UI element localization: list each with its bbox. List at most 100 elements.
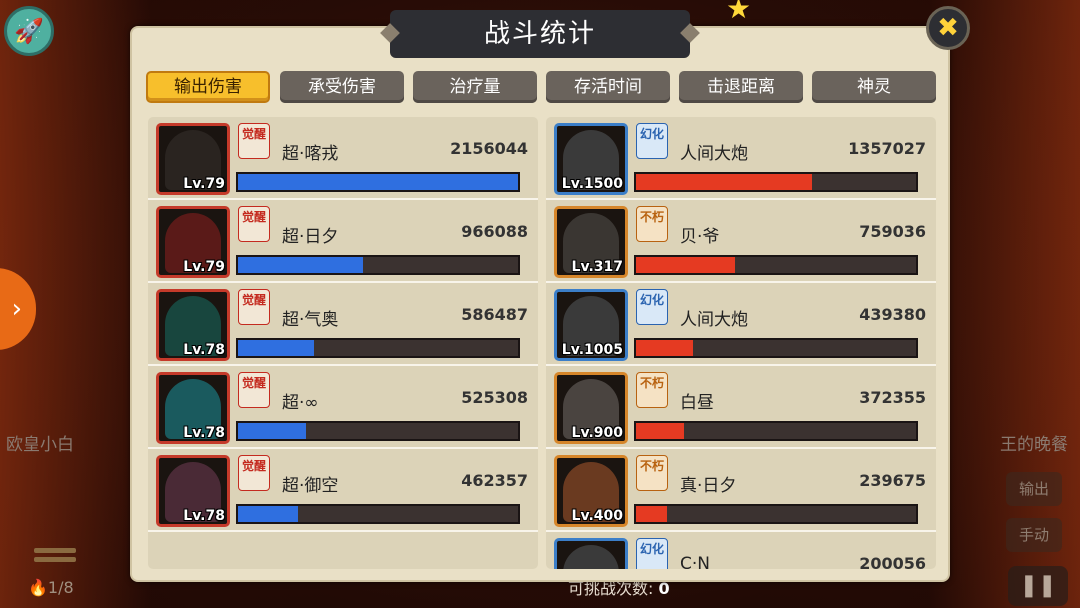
tab-2[interactable]: 治疗量 bbox=[413, 71, 537, 103]
damage-bar-fill bbox=[238, 340, 315, 356]
tab-1[interactable]: 承受伤害 bbox=[280, 71, 404, 103]
left-player-name: 欧皇小白 bbox=[6, 435, 74, 455]
hero-name: 人间大炮 bbox=[680, 144, 748, 164]
damage-value: 239675 bbox=[859, 471, 926, 490]
output-mode-button[interactable]: 输出 bbox=[1006, 472, 1062, 506]
damage-bar-fill bbox=[238, 174, 518, 190]
hero-portrait: Lv.78 bbox=[156, 289, 230, 361]
tab-5[interactable]: 神灵 bbox=[812, 71, 936, 103]
hero-level: Lv.900 bbox=[571, 425, 623, 441]
damage-value: 525308 bbox=[461, 388, 528, 407]
close-button[interactable]: ✖ bbox=[926, 6, 970, 50]
stat-row[interactable]: Lv.78 觉醒 超·∞ 525308 bbox=[148, 366, 538, 449]
rocket-icon[interactable]: 🚀 bbox=[4, 6, 54, 56]
stat-row[interactable]: Lv.79 觉醒 超·日夕 966088 bbox=[148, 200, 538, 283]
hero-name: C·N bbox=[680, 554, 710, 569]
damage-bar bbox=[236, 172, 520, 192]
damage-bar-fill bbox=[636, 340, 694, 356]
hero-portrait: Lv.400 bbox=[554, 455, 628, 527]
stat-row[interactable]: Lv.1500 幻化 人间大炮 1357027 bbox=[546, 117, 936, 200]
hero-level: Lv.1005 bbox=[561, 342, 623, 358]
left-team-list: Lv.79 觉醒 超·喀戎 2156044 Lv.79 觉醒 超·日夕 966088 Lv.78… bbox=[148, 117, 538, 569]
rank-badge: 觉醒 bbox=[238, 123, 270, 159]
rank-badge: 不朽 bbox=[636, 455, 668, 491]
rank-badge: 觉醒 bbox=[238, 206, 270, 242]
damage-value: 372355 bbox=[859, 388, 926, 407]
tab-3[interactable]: 存活时间 bbox=[546, 71, 670, 103]
damage-bar-fill bbox=[238, 257, 364, 273]
hero-portrait: Lv.900 bbox=[554, 372, 628, 444]
damage-value: 586487 bbox=[461, 305, 528, 324]
rank-badge: 觉醒 bbox=[238, 455, 270, 491]
damage-bar bbox=[634, 255, 918, 275]
menu-icon[interactable] bbox=[34, 548, 76, 570]
damage-value: 759036 bbox=[859, 222, 926, 241]
damage-value: 966088 bbox=[461, 222, 528, 241]
stat-row[interactable]: Lv.317 不朽 贝·爷 759036 bbox=[546, 200, 936, 283]
rank-badge: 不朽 bbox=[636, 372, 668, 408]
damage-bar bbox=[236, 338, 520, 358]
right-player-name: 王的晚餐 bbox=[1000, 435, 1068, 455]
hero-portrait: Lv.1500 bbox=[554, 123, 628, 195]
stat-row[interactable]: Lv.78 觉醒 超·气奥 586487 bbox=[148, 283, 538, 366]
stat-row[interactable]: 幻化 C·N 200056 bbox=[546, 532, 936, 569]
star-icon: ★ bbox=[726, 0, 752, 25]
panel-title: 战斗统计 bbox=[390, 10, 690, 58]
hero-name: 白昼 bbox=[680, 393, 714, 413]
damage-bar bbox=[634, 172, 918, 192]
pause-button[interactable]: ❚❚ bbox=[1008, 566, 1068, 606]
tab-0[interactable]: 输出伤害 bbox=[146, 71, 270, 103]
hero-name: 超·气奥 bbox=[282, 310, 339, 330]
rank-badge: 幻化 bbox=[636, 289, 668, 325]
hero-level: Lv.317 bbox=[571, 259, 623, 275]
hero-level: Lv.79 bbox=[183, 176, 225, 192]
stat-row[interactable]: Lv.1005 幻化 人间大炮 439380 bbox=[546, 283, 936, 366]
damage-value: 462357 bbox=[461, 471, 528, 490]
rank-badge: 觉醒 bbox=[238, 289, 270, 325]
hero-level: Lv.78 bbox=[183, 508, 225, 524]
damage-bar-fill bbox=[238, 423, 307, 439]
damage-bar bbox=[634, 421, 918, 441]
manual-mode-button[interactable]: 手动 bbox=[1006, 518, 1062, 552]
hero-portrait: Lv.78 bbox=[156, 372, 230, 444]
damage-value: 200056 bbox=[859, 554, 926, 569]
hero-name: 超·∞ bbox=[282, 393, 319, 413]
stat-row[interactable]: Lv.78 觉醒 超·御空 462357 bbox=[148, 449, 538, 532]
damage-bar bbox=[236, 504, 520, 524]
tab-4[interactable]: 击退距离 bbox=[679, 71, 803, 103]
hero-level: Lv.79 bbox=[183, 259, 225, 275]
hero-art bbox=[563, 545, 619, 569]
hero-name: 超·日夕 bbox=[282, 227, 339, 247]
damage-bar-fill bbox=[636, 506, 668, 522]
damage-value: 439380 bbox=[859, 305, 926, 324]
hero-level: Lv.78 bbox=[183, 342, 225, 358]
rank-badge: 不朽 bbox=[636, 206, 668, 242]
hero-portrait: Lv.1005 bbox=[554, 289, 628, 361]
hero-portrait: Lv.79 bbox=[156, 206, 230, 278]
damage-bar bbox=[236, 421, 520, 441]
hero-level: Lv.1500 bbox=[561, 176, 623, 192]
damage-value: 1357027 bbox=[848, 139, 926, 158]
rank-badge: 幻化 bbox=[636, 123, 668, 159]
damage-value: 2156044 bbox=[450, 139, 528, 158]
hero-name: 真·日夕 bbox=[680, 476, 737, 496]
stat-row[interactable]: Lv.79 觉醒 超·喀戎 2156044 bbox=[148, 117, 538, 200]
damage-bar-fill bbox=[636, 174, 813, 190]
hero-name: 贝·爷 bbox=[680, 227, 720, 247]
hero-level: Lv.400 bbox=[571, 508, 623, 524]
damage-bar-fill bbox=[238, 506, 298, 522]
hero-name: 超·御空 bbox=[282, 476, 339, 496]
rank-badge: 幻化 bbox=[636, 538, 668, 569]
damage-bar bbox=[634, 504, 918, 524]
damage-bar bbox=[236, 255, 520, 275]
hero-name: 超·喀戎 bbox=[282, 144, 339, 164]
hero-portrait: Lv.79 bbox=[156, 123, 230, 195]
hero-name: 人间大炮 bbox=[680, 310, 748, 330]
rank-badge: 觉醒 bbox=[238, 372, 270, 408]
wave-counter: 🔥1/8 bbox=[28, 578, 74, 597]
stat-row[interactable]: Lv.900 不朽 白昼 372355 bbox=[546, 366, 936, 449]
damage-bar bbox=[634, 338, 918, 358]
wave-value: 1/8 bbox=[47, 578, 74, 597]
damage-bar-fill bbox=[636, 423, 685, 439]
stat-row[interactable]: Lv.400 不朽 真·日夕 239675 bbox=[546, 449, 936, 532]
